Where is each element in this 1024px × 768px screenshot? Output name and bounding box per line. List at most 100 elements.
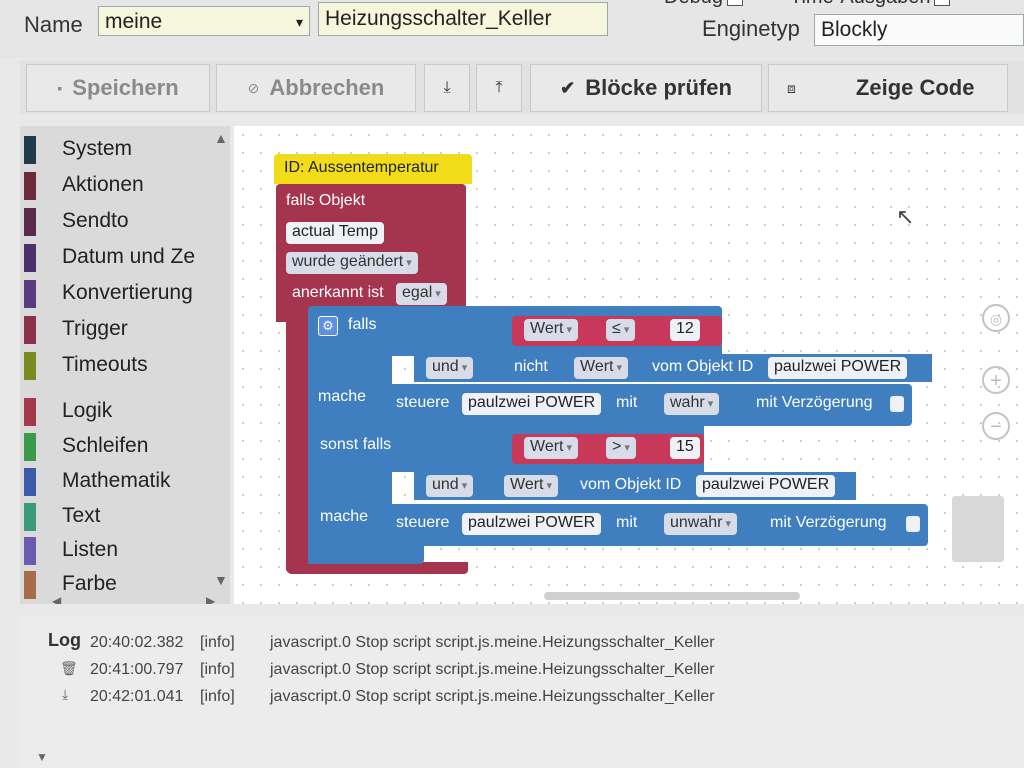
category-mathematik[interactable]: Mathematik [20,466,210,496]
script-header: Name meine ▾ Heizungsschalter_Keller Deb… [0,0,1024,58]
category-label: Sendto [62,209,129,232]
category-konvertierung[interactable]: Konvertierung [20,278,210,308]
object-id-field-1[interactable]: paulzwei POWER [768,357,908,379]
scroll-up-icon[interactable]: ▲ [214,130,228,146]
recenter-icon[interactable]: ◎ [982,304,1010,332]
category-label: Konvertierung [62,281,193,304]
save-button[interactable]: ▪ Speichern [26,64,210,112]
import-button[interactable]: ⤒ [476,64,522,112]
category-timeouts[interactable]: Timeouts [20,350,210,380]
ack-dropdown[interactable]: egal [396,283,447,305]
scroll-right-icon[interactable]: ▶ [206,594,215,604]
category-trigger[interactable]: Trigger [20,314,210,344]
cancel-button[interactable]: ⊘ Abbrechen [216,64,416,112]
category-label: Aktionen [62,173,144,196]
delay-label-2: mit Verzögerung [770,514,887,531]
log-level: [info] [200,634,235,651]
category-farbe[interactable]: Farbe [20,569,210,599]
category-color [24,398,36,426]
category-schleifen[interactable]: Schleifen [20,431,210,461]
workspace-horizontal-scrollbar[interactable] [544,592,800,600]
download-icon[interactable]: ⤓ [62,686,68,703]
engine-select[interactable]: Blockly [814,14,1024,46]
verbose-option[interactable]: Time-Ausgaben [790,0,951,9]
and-dropdown-2[interactable]: und [426,475,474,497]
category-datum[interactable]: Datum und Ze [20,242,210,272]
changed-dropdown[interactable]: wurde geändert [286,252,418,274]
category-label: Trigger [62,317,128,340]
trigger-id-label: ID: Aussentemperatur [284,159,439,176]
category-label: Text [62,504,101,527]
control-label-2: steuere [396,514,450,531]
log-time: 20:41:00.797 [90,661,184,678]
gear-icon[interactable]: ⚙ [318,316,338,336]
chevron-down-icon: ▾ [295,14,303,30]
category-system[interactable]: System [20,134,210,164]
delay-checkbox-2[interactable] [906,516,920,532]
trash-icon[interactable]: 🗑 [60,660,78,677]
verbose-checkbox[interactable] [934,0,951,6]
control-object-1[interactable]: paulzwei POWER [462,393,602,415]
folder-select[interactable]: meine ▾ [98,6,310,36]
category-listen[interactable]: Listen [20,535,210,565]
cancel-icon: ⊘ [247,80,260,96]
with-label-2: mit [616,514,638,531]
true-value-dropdown[interactable]: wahr [664,393,720,415]
false-value-dropdown[interactable]: unwahr [664,513,738,535]
export-button[interactable]: ⤓ [424,64,470,112]
checkmark-icon: ✔ [560,78,576,98]
category-sendto[interactable]: Sendto [20,206,210,236]
cancel-button-label: Abbrechen [269,75,385,100]
log-title: Log [48,630,81,650]
object-name-field[interactable]: actual Temp [286,222,384,244]
compare1-value[interactable]: 12 [670,319,700,341]
category-text[interactable]: Text [20,501,210,531]
scroll-down-icon[interactable]: ▼ [214,572,228,588]
compare2-value[interactable]: 15 [670,437,700,459]
category-aktionen[interactable]: Aktionen [20,170,210,200]
show-code-label: Zeige Code [855,75,975,100]
and-dropdown-1[interactable]: und [426,357,474,379]
falls-objekt-label: falls Objekt [286,192,366,209]
script-name-input[interactable]: Heizungsschalter_Keller [318,2,608,36]
blockly-workspace[interactable]: ID: Aussentemperatur falls Objekt actual… [234,126,1024,604]
trigger-id-block[interactable]: ID: Aussentemperatur [274,154,472,184]
delay-label-1: mit Verzögerung [756,394,873,411]
category-label: Timeouts [62,353,148,376]
scroll-left-icon[interactable]: ◀ [52,594,61,604]
debug-option[interactable]: Debug [664,0,743,9]
category-color [24,172,36,200]
compare1-operator-dropdown[interactable]: ≤ [606,319,636,341]
category-color [24,537,36,565]
if-label: falls [348,316,377,333]
chevron-down-icon[interactable]: ▼ [36,750,48,764]
category-logik[interactable]: Logik [20,396,210,426]
compare2-field-dropdown[interactable]: Wert [524,437,579,459]
category-label: System [62,137,133,160]
zoom-out-icon[interactable]: − [982,412,1010,440]
category-label: Listen [62,538,119,561]
not-field-dropdown[interactable]: Wert [574,357,629,379]
check-blocks-label: Blöcke prüfen [585,75,732,100]
compare1-field-dropdown[interactable]: Wert [524,319,579,341]
compare2-operator-dropdown[interactable]: > [606,437,636,459]
zoom-in-icon[interactable]: + [982,366,1010,394]
control-object-2[interactable]: paulzwei POWER [462,513,602,535]
trash-icon[interactable] [952,496,1004,562]
log-message: javascript.0 Stop script script.js.meine… [270,634,715,651]
value-field-dropdown-2[interactable]: Wert [504,475,559,497]
from-object-label-1: vom Objekt ID [652,358,754,375]
show-code-button[interactable]: ⧈ Zeige Code [768,64,1008,112]
category-label: Logik [62,399,113,422]
folder-select-value: meine [105,10,163,33]
verbose-label: Time-Ausgaben [790,0,930,8]
log-time: 20:40:02.382 [90,634,184,651]
check-blocks-button[interactable]: ✔ Blöcke prüfen [530,64,762,112]
category-color [24,244,36,272]
category-label: Schleifen [62,434,149,457]
trigger-block-spine [286,322,308,570]
object-id-field-2[interactable]: paulzwei POWER [696,475,836,497]
debug-checkbox[interactable] [726,0,743,6]
log-message: javascript.0 Stop script script.js.meine… [270,688,715,705]
delay-checkbox-1[interactable] [890,396,904,412]
